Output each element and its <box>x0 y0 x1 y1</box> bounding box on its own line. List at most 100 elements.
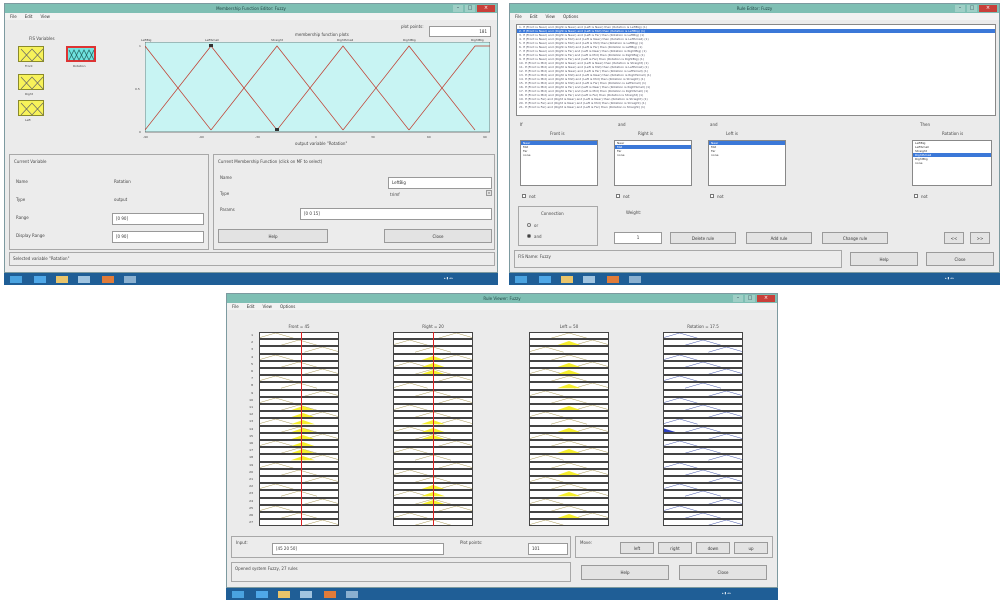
rule-viewer-titlebar[interactable]: Rule Viewer: Fuzzy – □ × <box>227 294 777 303</box>
rule-cell[interactable] <box>661 353 743 361</box>
rule-cell[interactable] <box>663 346 745 354</box>
rule-cell[interactable] <box>663 389 745 397</box>
move-up-button[interactable]: up <box>734 542 768 554</box>
rule-cell[interactable] <box>529 483 609 491</box>
rule-cell[interactable] <box>663 468 743 476</box>
rule-cell[interactable] <box>663 497 745 505</box>
folder-icon[interactable] <box>56 276 68 283</box>
rule-cell[interactable] <box>661 440 743 448</box>
rule-cell[interactable] <box>529 440 609 448</box>
rule-cell[interactable] <box>259 339 339 347</box>
rule-cell[interactable] <box>259 497 341 505</box>
and-radio[interactable] <box>527 234 531 238</box>
rule-cell[interactable] <box>257 504 339 512</box>
rule-cell[interactable] <box>257 396 339 404</box>
rule-cell[interactable] <box>527 411 609 419</box>
rule-cell[interactable] <box>529 461 609 469</box>
list-item[interactable]: none <box>913 161 991 165</box>
rule-cell[interactable] <box>661 461 743 469</box>
rule-cell[interactable] <box>529 375 609 383</box>
variable-front-icon[interactable] <box>18 46 44 62</box>
rule-cell[interactable] <box>529 339 611 347</box>
rule-cell[interactable] <box>529 490 611 498</box>
rule-cell[interactable] <box>663 368 745 376</box>
folder-icon[interactable] <box>561 276 573 283</box>
menu-edit[interactable]: Edit <box>247 304 255 309</box>
plot-points-input[interactable]: 181 <box>429 26 491 37</box>
rule-cell[interactable] <box>663 476 745 484</box>
rule-cell[interactable] <box>663 382 743 390</box>
rule-cell[interactable] <box>257 440 339 448</box>
close-button[interactable]: Close <box>926 252 994 266</box>
mf-name-input[interactable]: LeftBig <box>388 177 492 189</box>
rule-cell[interactable] <box>529 447 611 455</box>
rule-cell[interactable] <box>663 360 743 368</box>
rule-cell[interactable] <box>257 418 339 426</box>
rule-cell[interactable] <box>527 432 609 440</box>
close-icon[interactable]: × <box>979 5 997 12</box>
rule-cell[interactable] <box>663 404 743 412</box>
maximize-icon[interactable]: □ <box>745 295 755 302</box>
right-listbox[interactable]: Near Mid Far none <box>614 140 692 186</box>
rule-cell[interactable] <box>529 468 611 476</box>
ie-icon[interactable] <box>256 591 268 598</box>
menu-edit[interactable]: Edit <box>530 14 538 19</box>
rule-cell[interactable] <box>257 483 339 491</box>
folder-icon[interactable] <box>278 591 290 598</box>
rule-cell[interactable] <box>663 490 743 498</box>
next-button[interactable]: >> <box>970 232 990 244</box>
not-front-checkbox[interactable] <box>522 194 526 198</box>
rule-cell[interactable] <box>257 332 339 340</box>
rule-cell[interactable] <box>259 512 339 520</box>
mf-type-dropdown-icon[interactable]: ▾ <box>486 190 492 196</box>
rule-list[interactable]: 1. If (Front is Near) and (Right is Near… <box>516 24 996 116</box>
front-listbox[interactable]: Near Mid Far none <box>520 140 598 186</box>
range-input[interactable]: [0 90] <box>112 213 204 225</box>
menu-view[interactable]: View <box>545 14 555 19</box>
rule-cell[interactable] <box>527 389 609 397</box>
rule-cell[interactable] <box>529 360 611 368</box>
list-item[interactable]: none <box>709 153 785 157</box>
rule-cell[interactable] <box>259 476 341 484</box>
list-item[interactable]: none <box>521 153 597 157</box>
variable-rotation[interactable]: Rotation <box>65 46 97 72</box>
rule-editor-titlebar[interactable]: Rule Editor: Fuzzy – □ × <box>510 4 999 13</box>
rule-cell[interactable] <box>259 432 341 440</box>
rule-cell[interactable] <box>259 368 341 376</box>
move-down-button[interactable]: down <box>696 542 730 554</box>
rule-cell[interactable] <box>663 454 745 462</box>
rule-cell[interactable] <box>259 468 339 476</box>
rule-cell[interactable] <box>259 404 339 412</box>
rule-cell[interactable] <box>529 396 609 404</box>
menu-view[interactable]: View <box>262 304 272 309</box>
rule-cell[interactable] <box>661 483 743 491</box>
not-left-checkbox[interactable] <box>710 194 714 198</box>
mf-plot[interactable] <box>145 42 490 137</box>
close-button[interactable]: Close <box>384 229 492 243</box>
variable-left[interactable]: Left <box>17 100 47 126</box>
rotation-listbox[interactable]: LeftBig LeftSmall Straight RightSmall Ri… <box>912 140 992 186</box>
rule-cell[interactable] <box>527 476 609 484</box>
plot-points-input[interactable]: 101 <box>528 543 568 555</box>
move-right-button[interactable]: right <box>658 542 692 554</box>
rule-cell[interactable] <box>663 411 745 419</box>
rule-cell[interactable] <box>529 332 609 340</box>
rule-cell[interactable] <box>529 353 609 361</box>
ie-icon[interactable] <box>34 276 46 283</box>
rule-cell[interactable] <box>527 346 609 354</box>
variable-front[interactable]: Front <box>17 46 47 72</box>
mf-editor-titlebar[interactable]: Membership Function Editor: Fuzzy – □ × <box>5 4 497 13</box>
maximize-icon[interactable]: □ <box>967 5 977 12</box>
rule-cell[interactable] <box>259 411 341 419</box>
rule-cell[interactable] <box>259 490 339 498</box>
minimize-icon[interactable]: – <box>453 5 463 12</box>
matlab-icon[interactable] <box>102 276 114 283</box>
add-rule-button[interactable]: Add rule <box>746 232 812 244</box>
menu-options[interactable]: Options <box>280 304 295 309</box>
rule-cell[interactable] <box>259 346 341 354</box>
rule-cell[interactable] <box>257 461 339 469</box>
not-right-checkbox[interactable] <box>616 194 620 198</box>
minimize-icon[interactable]: – <box>733 295 743 302</box>
variable-rotation-icon[interactable] <box>66 46 96 62</box>
matlab-icon[interactable] <box>324 591 336 598</box>
